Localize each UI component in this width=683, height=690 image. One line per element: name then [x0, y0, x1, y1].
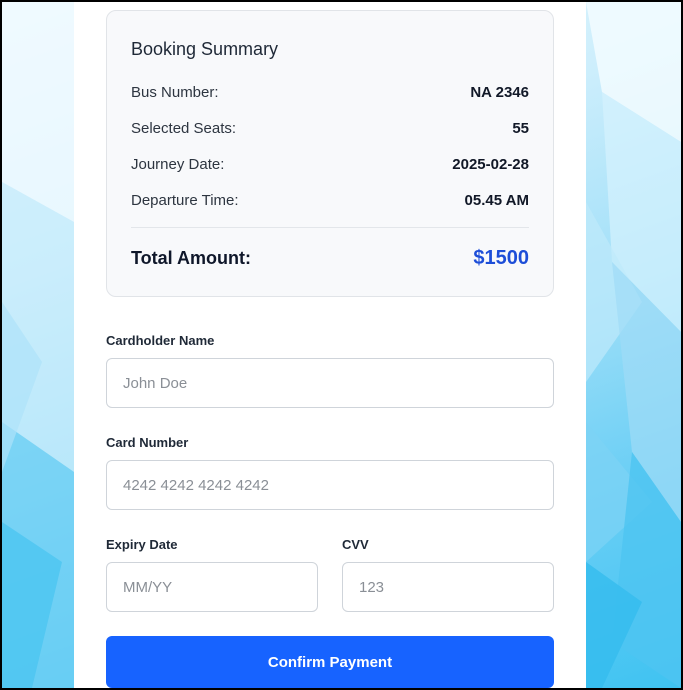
summary-row-bus-number: Bus Number: NA 2346: [131, 81, 529, 103]
cvv-label: CVV: [342, 537, 369, 552]
booking-summary-panel: Booking Summary Bus Number: NA 2346 Sele…: [106, 10, 554, 297]
summary-row-value: NA 2346: [470, 83, 529, 101]
summary-row-journey-date: Journey Date: 2025-02-28: [131, 153, 529, 175]
total-amount-label: Total Amount:: [131, 248, 251, 268]
card-number-label: Card Number: [106, 435, 189, 450]
summary-row-value: 55: [512, 119, 529, 137]
total-amount-value: $1500: [473, 247, 529, 269]
summary-row-label: Departure Time:: [131, 191, 239, 209]
total-amount-row: Total Amount: $1500: [131, 247, 529, 270]
booking-summary-title: Booking Summary: [131, 39, 279, 59]
confirm-payment-button[interactable]: Confirm Payment: [106, 636, 554, 688]
payment-card: Booking Summary Bus Number: NA 2346 Sele…: [74, 2, 586, 688]
summary-row-departure-time: Departure Time: 05.45 AM: [131, 189, 529, 211]
summary-row-selected-seats: Selected Seats: 55: [131, 117, 529, 139]
cardholder-name-label: Cardholder Name: [106, 333, 215, 348]
summary-row-label: Selected Seats:: [131, 119, 237, 137]
expiry-date-label: Expiry Date: [106, 537, 178, 552]
summary-row-value: 2025-02-28: [452, 155, 529, 173]
summary-row-label: Journey Date:: [131, 155, 225, 173]
summary-row-label: Bus Number:: [131, 83, 219, 101]
summary-row-value: 05.45 AM: [464, 191, 529, 209]
expiry-date-input[interactable]: [106, 562, 318, 612]
cvv-input[interactable]: [342, 562, 554, 612]
page-background: Booking Summary Bus Number: NA 2346 Sele…: [2, 2, 681, 688]
card-number-input[interactable]: [106, 460, 554, 510]
cardholder-name-input[interactable]: [106, 358, 554, 408]
summary-divider: [131, 227, 529, 228]
